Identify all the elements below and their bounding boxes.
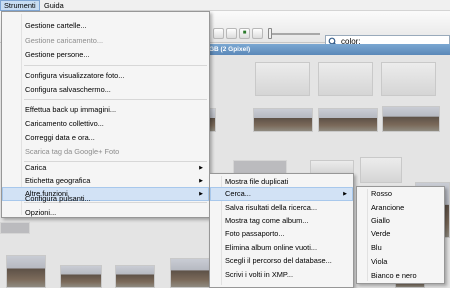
photo-thumbnail[interactable] <box>0 222 30 234</box>
menu-separator <box>24 65 207 66</box>
photo-thumbnail[interactable] <box>115 265 155 288</box>
person-icon[interactable]: ■ <box>239 28 250 39</box>
zoom-slider-knob[interactable] <box>268 28 272 39</box>
menu-item-blu[interactable]: Blu <box>357 241 444 255</box>
altre-funzioni-submenu: Mostra file duplicati Cerca... ▶ Salva r… <box>209 173 354 288</box>
photo-thumbnail[interactable] <box>170 258 210 288</box>
photo-thumbnail[interactable] <box>382 106 440 132</box>
zoom-slider-track[interactable] <box>268 33 320 35</box>
menu-item-volti-xmp[interactable]: Scrivi i volti in XMP... <box>210 268 353 282</box>
menu-strumenti[interactable]: Strumenti <box>0 0 40 11</box>
menu-item-foto-passaporto[interactable]: Foto passaporto... <box>210 227 353 241</box>
menu-item-salva-risultati[interactable]: Salva risultati della ricerca... <box>210 201 353 215</box>
menu-item-verde[interactable]: Verde <box>357 227 444 241</box>
menu-item-viola[interactable]: Viola <box>357 255 444 269</box>
menu-item-etichetta-geografica[interactable]: Etichetta geografica ▶ <box>2 174 209 188</box>
menu-item-configura-visualizzatore[interactable]: Configura visualizzatore foto... <box>2 69 209 83</box>
photo-thumbnail[interactable] <box>310 160 354 174</box>
menu-item-label: Cerca... <box>225 189 251 198</box>
menu-item-rosso[interactable]: Rosso <box>357 187 444 201</box>
menu-separator <box>24 99 207 100</box>
menu-item-label: Carica <box>25 163 47 172</box>
menu-item-bianco-e-nero[interactable]: Bianco e nero <box>357 269 444 283</box>
menu-item-configura-salvaschermo[interactable]: Configura salvaschermo... <box>2 83 209 97</box>
menu-bar: Strumenti Guida <box>0 0 450 11</box>
menu-item-gestione-caricamento: Gestione caricamento... <box>25 36 104 45</box>
chevron-right-icon: ▶ <box>199 165 203 171</box>
photo-thumbnail[interactable] <box>381 62 436 96</box>
menu-item-configura-pulsanti[interactable]: Configura pulsanti... <box>2 192 209 206</box>
menu-item-label: Etichetta geografica <box>25 176 91 185</box>
menu-item-gestione-persone[interactable]: Gestione persone... <box>2 48 209 62</box>
photo-thumbnail[interactable] <box>233 160 287 174</box>
chevron-right-icon: ▶ <box>343 191 347 197</box>
photo-thumbnail[interactable] <box>318 62 373 96</box>
menu-item-correggi-data[interactable]: Correggi data e ora... <box>2 131 209 145</box>
toolbar-button[interactable] <box>226 28 237 39</box>
menu-item-caricamento-collettivo[interactable]: Caricamento collettivo... <box>2 117 209 131</box>
menu-item-cerca[interactable]: Cerca... ▶ <box>210 187 353 201</box>
menu-item-scarica-tag: Scarica tag da Google+ Foto <box>25 147 120 156</box>
toolbar-button[interactable] <box>213 28 224 39</box>
cerca-color-submenu: Rosso Arancione Giallo Verde Blu Viola B… <box>356 186 445 284</box>
strumenti-menu: Gestione cartelle... Gestione caricament… <box>1 11 210 218</box>
photo-thumbnail[interactable] <box>255 62 310 96</box>
photo-thumbnail[interactable] <box>60 265 102 288</box>
menu-item-carica[interactable]: Carica ▶ <box>2 161 209 175</box>
menu-item-giallo[interactable]: Giallo <box>357 214 444 228</box>
photo-thumbnail[interactable] <box>6 255 46 288</box>
photo-thumbnail[interactable] <box>253 108 313 132</box>
menu-item-elimina-album[interactable]: Elimina album online vuoti... <box>210 241 353 255</box>
menu-item-percorso-database[interactable]: Scegli il percorso del database... <box>210 254 353 268</box>
menu-item-opzioni[interactable]: Opzioni... <box>2 206 209 220</box>
menu-item-mostra-tag-album[interactable]: Mostra tag come album... <box>210 214 353 228</box>
menu-item-arancione[interactable]: Arancione <box>357 201 444 215</box>
group-header: GB (2 Gpixel) <box>205 44 450 55</box>
menu-guida[interactable]: Guida <box>41 0 67 11</box>
chevron-right-icon: ▶ <box>199 178 203 184</box>
menu-item-back-up[interactable]: Effettua back up immagini... <box>2 103 209 117</box>
menu-item-gestione-cartelle[interactable]: Gestione cartelle... <box>2 19 209 33</box>
photo-thumbnail[interactable] <box>318 108 378 132</box>
photo-thumbnail[interactable] <box>360 157 402 183</box>
toolbar-button[interactable] <box>252 28 263 39</box>
